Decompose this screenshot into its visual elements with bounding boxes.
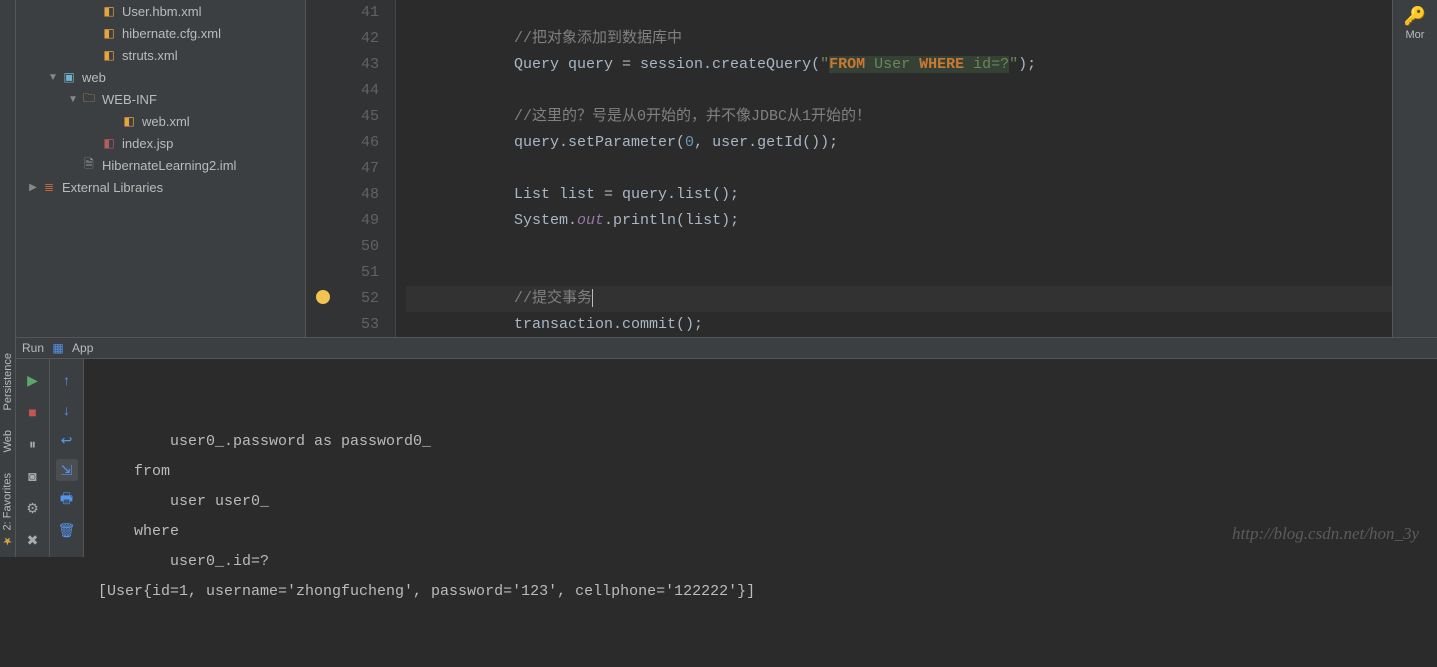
editor-gutter: 41424344454647484950515253 — [306, 0, 396, 337]
line-number: 52 — [306, 286, 379, 312]
tree-item-label: web — [82, 70, 106, 85]
console-line: where — [98, 517, 1423, 547]
console-line: user0_.password as password0_ — [98, 427, 1423, 457]
project-tree-panel: ◧ User.hbm.xml ◧ hibernate.cfg.xml ◧ struts.x… — [16, 0, 306, 337]
file-icon: ◧ — [100, 25, 118, 41]
intention-bulb-icon[interactable] — [316, 290, 330, 304]
tree-item-label: WEB-INF — [102, 92, 157, 107]
line-number: 50 — [306, 234, 379, 260]
tree-item-label: hibernate.cfg.xml — [122, 26, 221, 41]
tree-item-label: External Libraries — [62, 180, 163, 195]
code-line[interactable]: System.out.println(list); — [406, 208, 1392, 234]
code-line[interactable] — [406, 234, 1392, 260]
left-tool-strip: Persistence Web ★ 2: Favorites — [0, 0, 16, 557]
line-number: 53 — [306, 312, 379, 338]
run-config-icon: ▦ — [50, 340, 66, 356]
pause-button[interactable]: ⏸ — [22, 433, 44, 455]
tree-item-label: index.jsp — [122, 136, 173, 151]
file-icon: 🗀 — [80, 91, 98, 107]
tree-item[interactable]: ◧ struts.xml — [16, 44, 305, 66]
console-line: user0_.id=? — [98, 547, 1423, 577]
code-line[interactable]: //把对象添加到数据库中 — [406, 26, 1392, 52]
pin-button[interactable]: ✖ — [22, 529, 44, 551]
stop-button[interactable]: ■ — [22, 401, 44, 423]
web-tool-button[interactable]: Web — [2, 430, 14, 452]
code-line[interactable]: query.setParameter(0, user.getId()); — [406, 130, 1392, 156]
file-icon: ◧ — [100, 3, 118, 19]
tree-item-label: HibernateLearning2.iml — [102, 158, 236, 173]
run-tab-label: Run — [22, 341, 44, 355]
file-icon: ◧ — [100, 47, 118, 63]
tree-item[interactable]: ≣ External Libraries — [16, 176, 305, 198]
tree-item-label: User.hbm.xml — [122, 4, 201, 19]
editor-code-area[interactable]: //把对象添加到数据库中 Query query = session.creat… — [396, 0, 1392, 337]
right-tool-strip: 🔑 Mor — [1392, 0, 1437, 337]
star-icon: ★ — [1, 534, 14, 547]
code-line[interactable] — [406, 0, 1392, 26]
file-icon: ≣ — [40, 179, 58, 195]
code-line[interactable] — [406, 78, 1392, 104]
tree-item[interactable]: ◧ User.hbm.xml — [16, 0, 305, 22]
scroll-up-button[interactable]: ↑ — [56, 369, 78, 391]
file-icon: 🗎 — [80, 157, 98, 173]
line-number: 43 — [306, 52, 379, 78]
code-line[interactable]: //这里的？号是从0开始的，并不像JDBC从1开始的！ — [406, 104, 1392, 130]
persistence-tool-button[interactable]: Persistence — [2, 353, 14, 410]
tree-item[interactable]: 🗎 HibernateLearning2.iml — [16, 154, 305, 176]
tree-arrow-icon[interactable] — [66, 94, 80, 105]
camera-button[interactable]: ◙ — [22, 465, 44, 487]
run-panel: ▶ ■ ⏸ ◙ ⚙ ✖ ↑ ↓ ↩ ⇲ 🖶 🗑 user0_.password … — [16, 359, 1437, 557]
softwrap-button[interactable]: ↩ — [56, 429, 78, 451]
line-number: 41 — [306, 0, 379, 26]
code-line[interactable] — [406, 260, 1392, 286]
code-line[interactable]: //提交事务 — [406, 286, 1392, 312]
file-icon: ◧ — [100, 135, 118, 151]
scroll-down-button[interactable]: ↓ — [56, 399, 78, 421]
project-tree[interactable]: ◧ User.hbm.xml ◧ hibernate.cfg.xml ◧ struts.x… — [16, 0, 305, 198]
code-line[interactable]: List list = query.list(); — [406, 182, 1392, 208]
line-number: 48 — [306, 182, 379, 208]
line-number: 45 — [306, 104, 379, 130]
print-button[interactable]: 🖶 — [56, 489, 78, 511]
clear-button[interactable]: 🗑 — [56, 519, 78, 541]
code-line[interactable]: Query query = session.createQuery("FROM … — [406, 52, 1392, 78]
line-number: 46 — [306, 130, 379, 156]
scroll-to-end-button[interactable]: ⇲ — [56, 459, 78, 481]
file-icon: ◧ — [120, 113, 138, 129]
run-nav-column: ↑ ↓ ↩ ⇲ 🖶 🗑 — [50, 359, 84, 557]
line-number: 44 — [306, 78, 379, 104]
code-line[interactable] — [406, 156, 1392, 182]
tree-arrow-icon[interactable] — [26, 182, 40, 193]
run-controls-column: ▶ ■ ⏸ ◙ ⚙ ✖ — [16, 359, 50, 557]
tree-arrow-icon[interactable] — [46, 72, 60, 83]
tree-item[interactable]: ◧ hibernate.cfg.xml — [16, 22, 305, 44]
favorites-tool-button[interactable]: ★ 2: Favorites — [1, 473, 14, 547]
tree-item-label: web.xml — [142, 114, 190, 129]
file-icon: ▣ — [60, 69, 78, 85]
tree-item[interactable]: 🗀 WEB-INF — [16, 88, 305, 110]
console-output[interactable]: user0_.password as password0_ from user … — [84, 359, 1437, 557]
line-number: 49 — [306, 208, 379, 234]
key-icon[interactable]: 🔑 — [1393, 6, 1437, 27]
run-tabbar: Run ▦ App — [16, 337, 1437, 359]
tree-item[interactable]: ▣ web — [16, 66, 305, 88]
tree-item[interactable]: ◧ web.xml — [16, 110, 305, 132]
console-line: [User{id=1, username='zhongfucheng', pas… — [98, 577, 1423, 607]
run-button[interactable]: ▶ — [22, 369, 44, 391]
console-line: from — [98, 457, 1423, 487]
line-number: 42 — [306, 26, 379, 52]
tree-item-label: struts.xml — [122, 48, 178, 63]
line-number: 51 — [306, 260, 379, 286]
right-strip-label: Mor — [1393, 29, 1437, 41]
line-number: 47 — [306, 156, 379, 182]
run-config-name[interactable]: App — [72, 341, 93, 355]
console-line: user user0_ — [98, 487, 1423, 517]
code-line[interactable]: transaction.commit(); — [406, 312, 1392, 338]
code-editor: 41424344454647484950515253 //把对象添加到数据库中 … — [306, 0, 1392, 337]
tree-item[interactable]: ◧ index.jsp — [16, 132, 305, 154]
settings-button[interactable]: ⚙ — [22, 497, 44, 519]
watermark-text: http://blog.csdn.net/hon_3y — [1232, 519, 1419, 549]
